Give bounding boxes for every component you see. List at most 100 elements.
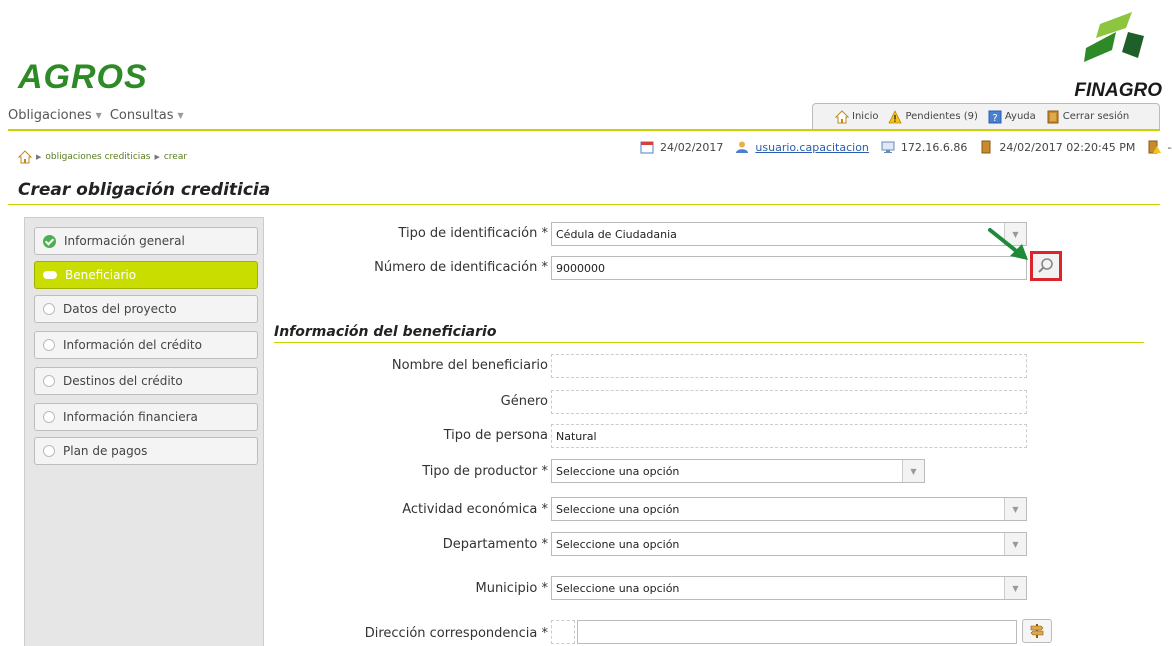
pending-label: Pendientes (9) <box>905 111 978 122</box>
beneficiary-name-field <box>551 354 1027 378</box>
step-label: Beneficiario <box>65 268 137 282</box>
radio-empty-icon <box>43 411 55 423</box>
help-button[interactable]: ? Ayuda <box>988 110 1036 124</box>
help-icon: ? <box>988 110 1002 124</box>
menu-consultas-label: Consultas <box>109 108 174 123</box>
step-label: Información general <box>64 234 185 248</box>
chevron-down-icon: ▼ <box>95 111 102 120</box>
finagro-wordmark: FINAGRO <box>1074 80 1162 101</box>
finagro-logo: FINAGRO <box>1052 10 1162 102</box>
section-divider <box>274 342 1144 343</box>
address-input[interactable] <box>577 620 1017 644</box>
municipality-label: Municipio * <box>475 581 548 596</box>
main-menu: Obligaciones ▼ Consultas ▼ <box>8 108 184 123</box>
calendar-icon <box>640 141 654 154</box>
radio-empty-icon <box>43 445 55 457</box>
step-informacion-financiera[interactable]: Información financiera <box>34 403 258 431</box>
address-label: Dirección correspondencia * <box>364 626 548 641</box>
radio-empty-icon <box>43 375 55 387</box>
producer-type-value: Seleccione una opción <box>556 464 680 478</box>
radio-empty-icon <box>43 303 55 315</box>
menu-consultas[interactable]: Consultas ▼ <box>110 108 184 123</box>
beneficiary-section-title: Información del beneficiario <box>274 324 497 340</box>
status-session-value: 24/02/2017 02:20:45 PM <box>999 140 1136 154</box>
door-warning-icon <box>1148 140 1162 154</box>
id-type-label: Tipo de identificación * <box>398 226 548 241</box>
step-datos-proyecto[interactable]: Datos del proyecto <box>34 295 258 323</box>
chevron-down-icon[interactable]: ▼ <box>1004 498 1026 520</box>
step-informacion-general[interactable]: Información general <box>34 227 258 255</box>
menu-obligaciones[interactable]: Obligaciones ▼ <box>8 108 102 123</box>
search-button[interactable] <box>1030 251 1062 281</box>
page-title: Crear obligación crediticia <box>18 180 271 200</box>
breadcrumb-current: crear <box>163 152 188 162</box>
search-icon <box>1038 258 1053 273</box>
wizard-steps: Información general Beneficiario Datos d… <box>24 217 264 646</box>
department-label: Departamento * <box>442 537 548 552</box>
id-type-select[interactable]: Cédula de Ciudadania ▼ <box>551 222 1027 246</box>
user-icon <box>736 141 749 153</box>
home-icon <box>835 109 849 123</box>
finagro-leaf-icon <box>1084 12 1144 62</box>
address-prefix-field <box>551 620 575 644</box>
home-label: Inicio <box>852 111 879 122</box>
logout-label: Cerrar sesión <box>1062 111 1130 122</box>
pending-button[interactable]: Pendientes (9) <box>888 109 978 124</box>
pointer-arrow-icon <box>988 228 1028 260</box>
menu-obligaciones-label: Obligaciones <box>8 108 92 123</box>
chevron-down-icon[interactable]: ▼ <box>902 460 924 482</box>
step-informacion-credito[interactable]: Información del crédito <box>34 331 258 359</box>
status-date: 24/02/2017 <box>640 140 723 154</box>
status-ip: 172.16.6.86 <box>881 140 967 154</box>
status-user: usuario.capacitacion <box>735 140 869 154</box>
status-extra-value: --- <box>1167 140 1172 154</box>
door-icon <box>981 140 991 154</box>
id-number-label: Número de identificación * <box>374 260 548 275</box>
title-divider <box>8 204 1160 205</box>
header-divider <box>8 129 1160 131</box>
warning-icon <box>888 109 903 123</box>
step-plan-pagos[interactable]: Plan de pagos <box>34 437 258 465</box>
step-label: Información financiera <box>63 410 198 424</box>
check-circle-icon <box>43 234 56 248</box>
step-destinos-credito[interactable]: Destinos del crédito <box>34 367 258 395</box>
step-label: Plan de pagos <box>63 444 148 458</box>
status-extra: --- <box>1147 140 1172 154</box>
door-exit-icon <box>1047 110 1059 123</box>
status-date-value: 24/02/2017 <box>660 140 724 154</box>
step-label: Destinos del crédito <box>63 374 183 388</box>
home-button[interactable]: Inicio <box>835 109 879 124</box>
address-builder-button[interactable] <box>1022 619 1052 643</box>
activity-select[interactable]: Seleccione una opción ▼ <box>551 497 1027 521</box>
producer-type-label: Tipo de productor * <box>422 464 548 479</box>
radio-empty-icon <box>43 339 55 351</box>
logout-button[interactable]: Cerrar sesión <box>1046 110 1129 124</box>
department-select[interactable]: Seleccione una opción ▼ <box>551 532 1027 556</box>
department-value: Seleccione una opción <box>556 537 680 551</box>
gender-field <box>551 390 1027 414</box>
municipality-select[interactable]: Seleccione una opción ▼ <box>551 576 1027 600</box>
status-user-link[interactable]: usuario.capacitacion <box>755 141 869 154</box>
breadcrumb: ▶ obligaciones crediticias ▶ crear <box>18 150 187 164</box>
chevron-down-icon[interactable]: ▼ <box>1004 577 1026 599</box>
step-label: Información del crédito <box>63 338 202 352</box>
id-type-value: Cédula de Ciudadania <box>556 227 677 241</box>
producer-type-select[interactable]: Seleccione una opción ▼ <box>551 459 925 483</box>
home-icon[interactable] <box>18 150 32 164</box>
current-step-icon <box>43 271 57 279</box>
chevron-down-icon[interactable]: ▼ <box>1004 533 1026 555</box>
svg-text:?: ? <box>992 113 997 124</box>
id-number-input[interactable]: 9000000 <box>551 256 1027 280</box>
gender-label: Género <box>500 394 548 409</box>
step-beneficiario[interactable]: Beneficiario <box>34 261 258 289</box>
signpost-icon <box>1030 624 1044 638</box>
status-ip-value: 172.16.6.86 <box>900 140 968 154</box>
help-label: Ayuda <box>1004 111 1036 122</box>
person-type-label: Tipo de persona <box>443 428 548 443</box>
status-bar: 24/02/2017 usuario.capacitacion 172.16.6… <box>640 140 1172 154</box>
status-session: 24/02/2017 02:20:45 PM <box>979 140 1135 154</box>
breadcrumb-link-obligaciones[interactable]: obligaciones crediticias <box>45 152 150 162</box>
id-number-value: 9000000 <box>556 261 605 275</box>
person-type-field: Natural <box>551 424 1027 448</box>
activity-label: Actividad económica * <box>402 502 548 517</box>
